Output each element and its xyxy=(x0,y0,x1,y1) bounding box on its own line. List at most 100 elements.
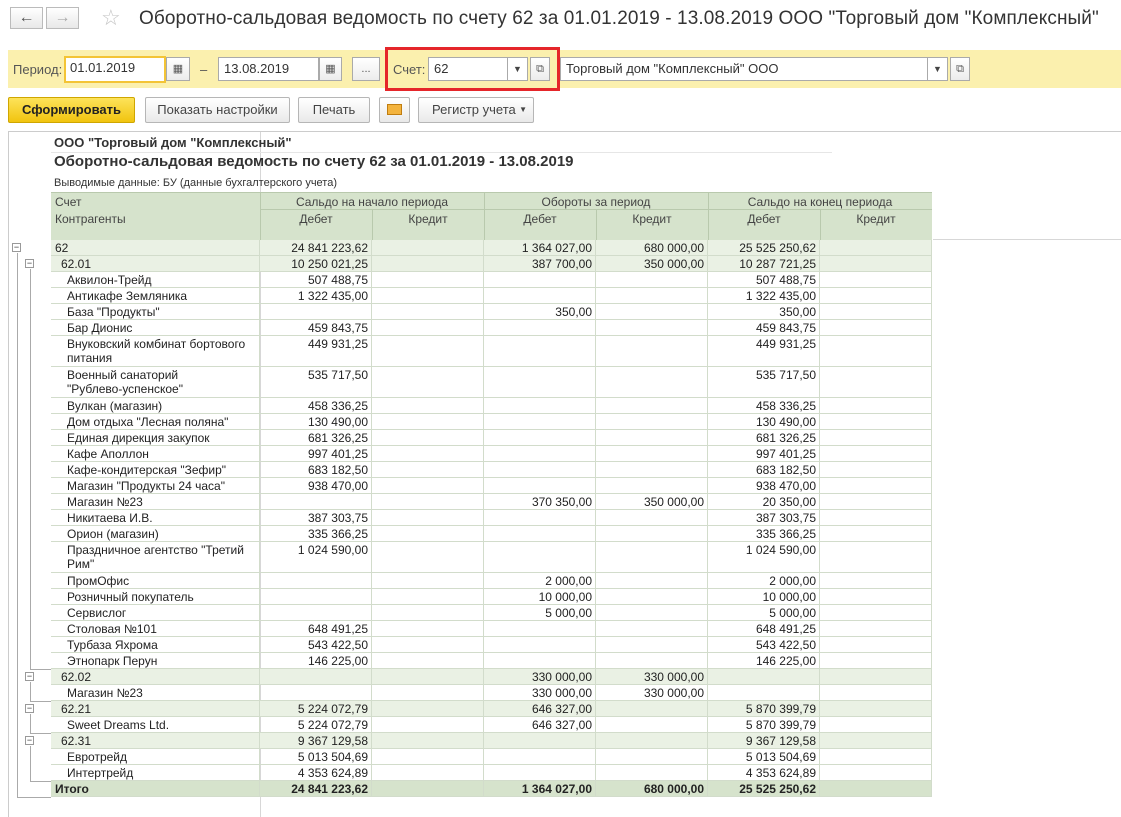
table-row[interactable]: Орион (магазин) 335 366,25 335 366,25 xyxy=(51,526,932,542)
row-name: Аквилон-Трейд xyxy=(51,272,260,288)
row-name-line: Магазин №23 xyxy=(67,495,143,509)
envelope-icon xyxy=(387,104,402,115)
table-row[interactable]: Магазин №23 330 000,00 330 000,00 xyxy=(51,685,932,701)
table-row[interactable]: Магазин "Продукты 24 часа" 938 470,00 938 … xyxy=(51,478,932,494)
opening-debit-cell: 24 841 223,62 xyxy=(260,240,372,256)
date-from-input[interactable]: 01.01.2019 xyxy=(64,56,166,83)
row-name: Никитаева И.В. xyxy=(51,510,260,526)
row-name: Бар Дионис xyxy=(51,320,260,336)
star-icon[interactable]: ☆ xyxy=(101,5,121,31)
table-row[interactable]: ПромОфис 2 000,00 2 000,00 xyxy=(51,573,932,589)
closing-debit-cell: 543 422,50 xyxy=(708,637,820,653)
table-row[interactable]: Сервислог 5 000,00 5 000,00 xyxy=(51,605,932,621)
table-row[interactable]: Sweet Dreams Ltd. 5 224 072,79 646 327,00 5… xyxy=(51,717,932,733)
row-divider xyxy=(933,239,1121,240)
opening-credit-cell xyxy=(372,272,484,288)
account-group-row[interactable]: 62.21 5 224 072,79 646 327,00 5 870 399,79 xyxy=(51,701,932,717)
table-row[interactable]: База "Продукты" 350,00 350,00 xyxy=(51,304,932,320)
table-row[interactable]: Кафе-кондитерская "Зефир" 683 182,50 683 1… xyxy=(51,462,932,478)
table-row[interactable]: Розничный покупатель 10 000,00 10 000,00 xyxy=(51,589,932,605)
row-name: Розничный покупатель xyxy=(51,589,260,605)
table-row[interactable]: Антикафе Земляника 1 322 435,00 1 322 435,… xyxy=(51,288,932,304)
table-row[interactable]: Магазин №23 370 350,00 350 000,00 20 350,00 xyxy=(51,494,932,510)
turnover-credit-cell xyxy=(596,320,708,336)
window-title: Оборотно-сальдовая ведомость по счету 62… xyxy=(139,8,1099,29)
table-row[interactable]: Никитаева И.В. 387 303,75 387 303,75 xyxy=(51,510,932,526)
turnover-credit-cell xyxy=(596,749,708,765)
table-row[interactable]: Турбаза Яхрома 543 422,50 543 422,50 xyxy=(51,637,932,653)
turnover-credit-cell xyxy=(596,336,708,367)
total-label: Итого xyxy=(51,781,260,797)
row-name: Кафе-кондитерская "Зефир" xyxy=(51,462,260,478)
table-row[interactable]: Интертрейд 4 353 624,89 4 353 624,89 xyxy=(51,765,932,781)
opening-credit-cell xyxy=(372,589,484,605)
row-name-line: Евротрейд xyxy=(67,750,128,764)
row-name-line: 62.02 xyxy=(61,670,92,684)
account-group-row[interactable]: 62.01 10 250 021,25 387 700,00 350 000,00 10… xyxy=(51,256,932,272)
register-dropdown-button[interactable]: Регистр учета ▼ xyxy=(418,97,534,123)
tree-guide-line xyxy=(30,714,31,733)
table-row[interactable]: Праздничное агентство "Третий Рим" 1 024 5… xyxy=(51,542,932,573)
opening-credit-cell xyxy=(372,542,484,573)
opening-debit-cell: 10 250 021,25 xyxy=(260,256,372,272)
collapse-toggle[interactable]: − xyxy=(12,243,21,252)
opening-credit-cell xyxy=(372,717,484,733)
table-row[interactable]: Аквилон-Трейд 507 488,75 507 488,75 xyxy=(51,272,932,288)
row-name-line: Турбаза Яхрома xyxy=(67,638,158,652)
date-from-calendar-button[interactable]: ▦ xyxy=(166,57,190,81)
collapse-toggle[interactable]: − xyxy=(25,259,34,268)
turnover-debit-cell xyxy=(484,272,596,288)
collapse-toggle[interactable]: − xyxy=(25,704,34,713)
show-settings-button[interactable]: Показать настройки xyxy=(145,97,290,123)
table-row[interactable]: Единая дирекция закупок 681 326,25 681 326… xyxy=(51,430,932,446)
opening-debit-cell: 5 224 072,79 xyxy=(260,701,372,717)
closing-credit-cell xyxy=(820,304,932,320)
turnover-credit-cell: 350 000,00 xyxy=(596,494,708,510)
turnover-credit-cell xyxy=(596,765,708,781)
collapse-toggle[interactable]: − xyxy=(25,672,34,681)
organization-dropdown-button[interactable]: ▼ xyxy=(928,57,948,81)
total-closing-credit-cell xyxy=(820,781,932,797)
row-name-line: Бар Дионис xyxy=(67,321,133,335)
back-button[interactable]: ← xyxy=(10,7,43,29)
row-name-line: Внуковский комбинат бортового xyxy=(67,337,246,351)
turnover-debit-cell: 5 000,00 xyxy=(484,605,596,621)
row-name: Праздничное агентство "Третий Рим" xyxy=(51,542,260,573)
closing-debit-cell: 335 366,25 xyxy=(708,526,820,542)
organization-open-button[interactable]: ⧉ xyxy=(950,57,970,81)
table-row[interactable]: Военный санаторий "Рублево-успенское" 535 … xyxy=(51,367,932,398)
report-output-data: Выводимые данные: БУ (данные бухгалтерск… xyxy=(54,177,337,189)
forward-button[interactable]: → xyxy=(46,7,79,29)
table-row[interactable]: Внуковский комбинат бортового питания 449 … xyxy=(51,336,932,367)
opening-debit-cell: 458 336,25 xyxy=(260,398,372,414)
account-group-row[interactable]: 62 24 841 223,62 1 364 027,00 680 000,00 25 … xyxy=(51,240,932,256)
period-select-button[interactable]: ... xyxy=(352,57,380,81)
table-row[interactable]: Кафе Аполлон 997 401,25 997 401,25 xyxy=(51,446,932,462)
print-button[interactable]: Печать xyxy=(298,97,370,123)
table-row[interactable]: Бар Дионис 459 843,75 459 843,75 xyxy=(51,320,932,336)
account-group-row[interactable]: 62.31 9 367 129,58 9 367 129,58 xyxy=(51,733,932,749)
generate-button[interactable]: Сформировать xyxy=(8,97,135,123)
turnover-credit-cell: 330 000,00 xyxy=(596,669,708,685)
row-name-line: Аквилон-Трейд xyxy=(67,273,152,287)
date-to-input[interactable]: 13.08.2019 xyxy=(218,57,319,81)
closing-debit-cell: 387 303,75 xyxy=(708,510,820,526)
tree-guide-line xyxy=(30,746,31,781)
table-row[interactable]: Этнопарк Перун 146 225,00 146 225,00 xyxy=(51,653,932,669)
turnover-debit-cell xyxy=(484,637,596,653)
table-row[interactable]: Столовая №101 648 491,25 648 491,25 xyxy=(51,621,932,637)
table-row[interactable]: Вулкан (магазин) 458 336,25 458 336,25 xyxy=(51,398,932,414)
table-row[interactable]: Евротрейд 5 013 504,69 5 013 504,69 xyxy=(51,749,932,765)
organization-input[interactable]: Торговый дом "Комплексный" ООО xyxy=(560,57,928,81)
send-email-button[interactable] xyxy=(379,97,410,123)
total-row: Итого 24 841 223,62 1 364 027,00 680 000,00… xyxy=(51,781,932,797)
account-group-row[interactable]: 62.02 330 000,00 330 000,00 xyxy=(51,669,932,685)
table-row[interactable]: Дом отдыха "Лесная поляна" 130 490,00 130 … xyxy=(51,414,932,430)
date-to-calendar-button[interactable]: ▦ xyxy=(319,57,342,81)
collapse-toggle[interactable]: − xyxy=(25,736,34,745)
closing-credit-cell xyxy=(820,542,932,573)
row-name: Вулкан (магазин) xyxy=(51,398,260,414)
opening-credit-cell xyxy=(372,336,484,367)
closing-debit-cell xyxy=(708,685,820,701)
row-name-line: Единая дирекция закупок xyxy=(67,431,210,445)
